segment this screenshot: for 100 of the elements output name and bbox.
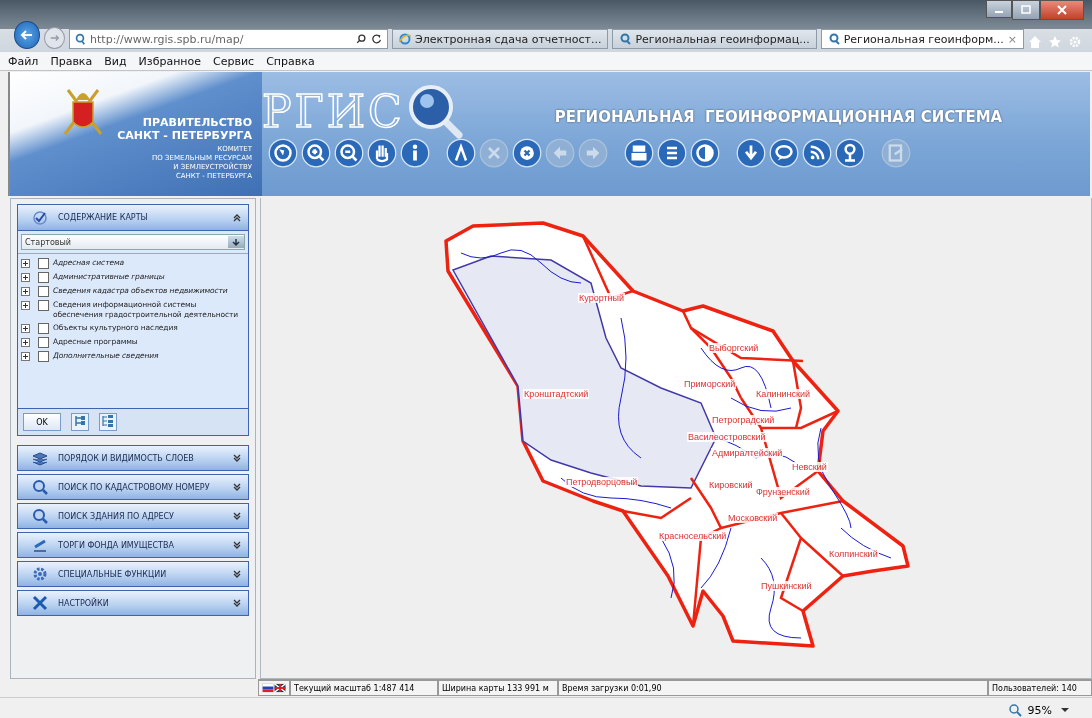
toolbar-button[interactable]: [835, 138, 865, 168]
section-header[interactable]: ПОРЯДОК И ВИДИМОСТЬ СЛОЕВ: [17, 445, 249, 471]
zoom-level[interactable]: 95%: [1027, 703, 1052, 717]
section-title: ТОРГИ ФОНДА ИМУЩЕСТВА: [58, 540, 175, 550]
section-title: ПОИСК ЗДАНИЯ ПО АДРЕСУ: [58, 511, 175, 521]
government-text: САНКТ - ПЕТЕРБУРГА: [117, 129, 252, 142]
toolbar-button[interactable]: [446, 138, 476, 168]
government-text: ПРАВИТЕЛЬСТВО: [142, 116, 252, 129]
district-label: Красносельский: [658, 531, 728, 541]
district-label: Петроградский: [711, 415, 776, 425]
browser-tab[interactable]: Региональная геоинформац...: [612, 29, 817, 49]
collapse-tree-button[interactable]: [71, 413, 89, 431]
maximize-icon: [1019, 3, 1033, 17]
expand-icon[interactable]: [21, 273, 30, 282]
menu-item[interactable]: Справка: [266, 54, 315, 68]
toolbar-button[interactable]: [301, 138, 331, 168]
zoom-out-icon: [334, 138, 364, 168]
chevron-down-icon: [232, 510, 242, 522]
preset-dropdown[interactable]: Стартовый: [21, 234, 245, 250]
map-view[interactable]: Курортный Выборгский Приморский Кронштадтский Калининский Петроградский Василеостровский Адмиралтейский Невский Петродворцовый Кировский Фрунзенский Московский Красносельский Колпинский Пушкинский: [260, 198, 1092, 679]
expand-icon[interactable]: [21, 259, 30, 268]
back-button[interactable]: [14, 21, 41, 49]
layer-checkbox[interactable]: [38, 286, 49, 297]
url-text: http://www.rgis.spb.ru/map/: [90, 32, 245, 46]
plus-icon: [22, 339, 29, 346]
section-title: СПЕЦИАЛЬНЫЕ ФУНКЦИИ: [58, 569, 168, 579]
toolbar-button[interactable]: [334, 138, 364, 168]
plus-icon: [22, 325, 29, 332]
close-button[interactable]: [1040, 0, 1084, 20]
search-icon: [355, 33, 368, 45]
district-label: Фрунзенский: [755, 487, 811, 497]
home-icon: [1028, 35, 1042, 49]
layer-checkbox[interactable]: [38, 351, 49, 362]
section-header[interactable]: СПЕЦИАЛЬНЫЕ ФУНКЦИИ: [17, 561, 249, 587]
expand-icon[interactable]: [21, 301, 30, 310]
tab-close-button[interactable]: ×: [1007, 32, 1017, 46]
section-title: ПОРЯДОК И ВИДИМОСТЬ СЛОЕВ: [58, 453, 195, 463]
print-icon: [624, 138, 654, 168]
maximize-button[interactable]: [1012, 0, 1040, 20]
address-bar[interactable]: http://www.rgis.spb.ru/map/: [69, 29, 389, 49]
hand-icon: [367, 138, 397, 168]
section-header[interactable]: НАСТРОЙКИ: [17, 590, 249, 616]
district-label: Пушкинский: [760, 581, 813, 591]
browser-tab[interactable]: Электронная сдача отчетност...: [392, 29, 609, 49]
toolbar-button[interactable]: [736, 138, 766, 168]
pin-icon: [835, 138, 865, 168]
toolbar-button[interactable]: [512, 138, 542, 168]
plus-icon: [22, 302, 29, 309]
layer-checkbox[interactable]: [38, 323, 49, 334]
menu-item[interactable]: Правка: [50, 54, 93, 68]
expand-icon[interactable]: [21, 352, 30, 361]
menu-item[interactable]: Файл: [8, 54, 39, 68]
minimize-icon: [995, 11, 1003, 13]
section-header[interactable]: ПОИСК ПО КАДАСТРОВОМУ НОМЕРУ: [17, 474, 249, 500]
expand-icon[interactable]: [21, 287, 30, 296]
zoom-in-icon: [301, 138, 331, 168]
expand-icon[interactable]: [21, 324, 30, 333]
forward-arrow-icon: [48, 32, 61, 44]
refresh-icon: [371, 33, 384, 45]
toolbar-button[interactable]: [367, 138, 397, 168]
chevron-down-icon: [232, 568, 242, 580]
browser-tab[interactable]: Региональная геоинформ... ×: [820, 29, 1024, 49]
toolbar-button[interactable]: [769, 138, 799, 168]
layer-checkbox[interactable]: [38, 272, 49, 283]
rss-icon: [802, 138, 832, 168]
load-time-text: Время загрузки 0:01,90: [558, 680, 988, 696]
district-label: Московский: [727, 513, 779, 523]
plus-icon: [22, 260, 29, 267]
menu-item[interactable]: Избранное: [138, 54, 202, 68]
toolbar-button[interactable]: [802, 138, 832, 168]
tree-icon: [73, 414, 87, 428]
section-title: СОДЕРЖАНИЕ КАРТЫ: [58, 213, 149, 222]
tree-icon: [101, 414, 115, 428]
close-icon: [512, 138, 542, 168]
district-label: Петродворцовый: [565, 477, 639, 487]
district-label: Приморский: [683, 379, 737, 389]
menu-item[interactable]: Вид: [104, 54, 127, 68]
settings-icon: [1068, 35, 1082, 49]
expand-icon[interactable]: [21, 338, 30, 347]
forward-button[interactable]: [44, 27, 66, 49]
expand-tree-button[interactable]: [99, 413, 117, 431]
layer-checkbox[interactable]: [38, 337, 49, 348]
toolbar-button[interactable]: [657, 138, 687, 168]
menu-item[interactable]: Сервис: [213, 54, 255, 68]
ok-button[interactable]: OK: [23, 413, 61, 431]
section-header[interactable]: СОДЕРЖАНИЕ КАРТЫ: [18, 205, 248, 231]
toolbar-button[interactable]: [400, 138, 430, 168]
compass-icon: [446, 138, 476, 168]
minimize-button[interactable]: [986, 0, 1012, 18]
back-arrow-icon: [20, 28, 35, 42]
section-header[interactable]: ПОИСК ЗДАНИЯ ПО АДРЕСУ: [17, 503, 249, 529]
chevron-down-icon: [232, 539, 242, 551]
star-icon: [1048, 35, 1062, 49]
section-header[interactable]: ТОРГИ ФОНДА ИМУЩЕСТВА: [17, 532, 249, 558]
layer-checkbox[interactable]: [38, 300, 49, 311]
district-label: Колпинский: [828, 549, 879, 559]
gear-icon: [32, 566, 48, 582]
layer-checkbox[interactable]: [38, 258, 49, 269]
district-label: Василеостровский: [687, 432, 767, 442]
toolbar-button[interactable]: [624, 138, 654, 168]
